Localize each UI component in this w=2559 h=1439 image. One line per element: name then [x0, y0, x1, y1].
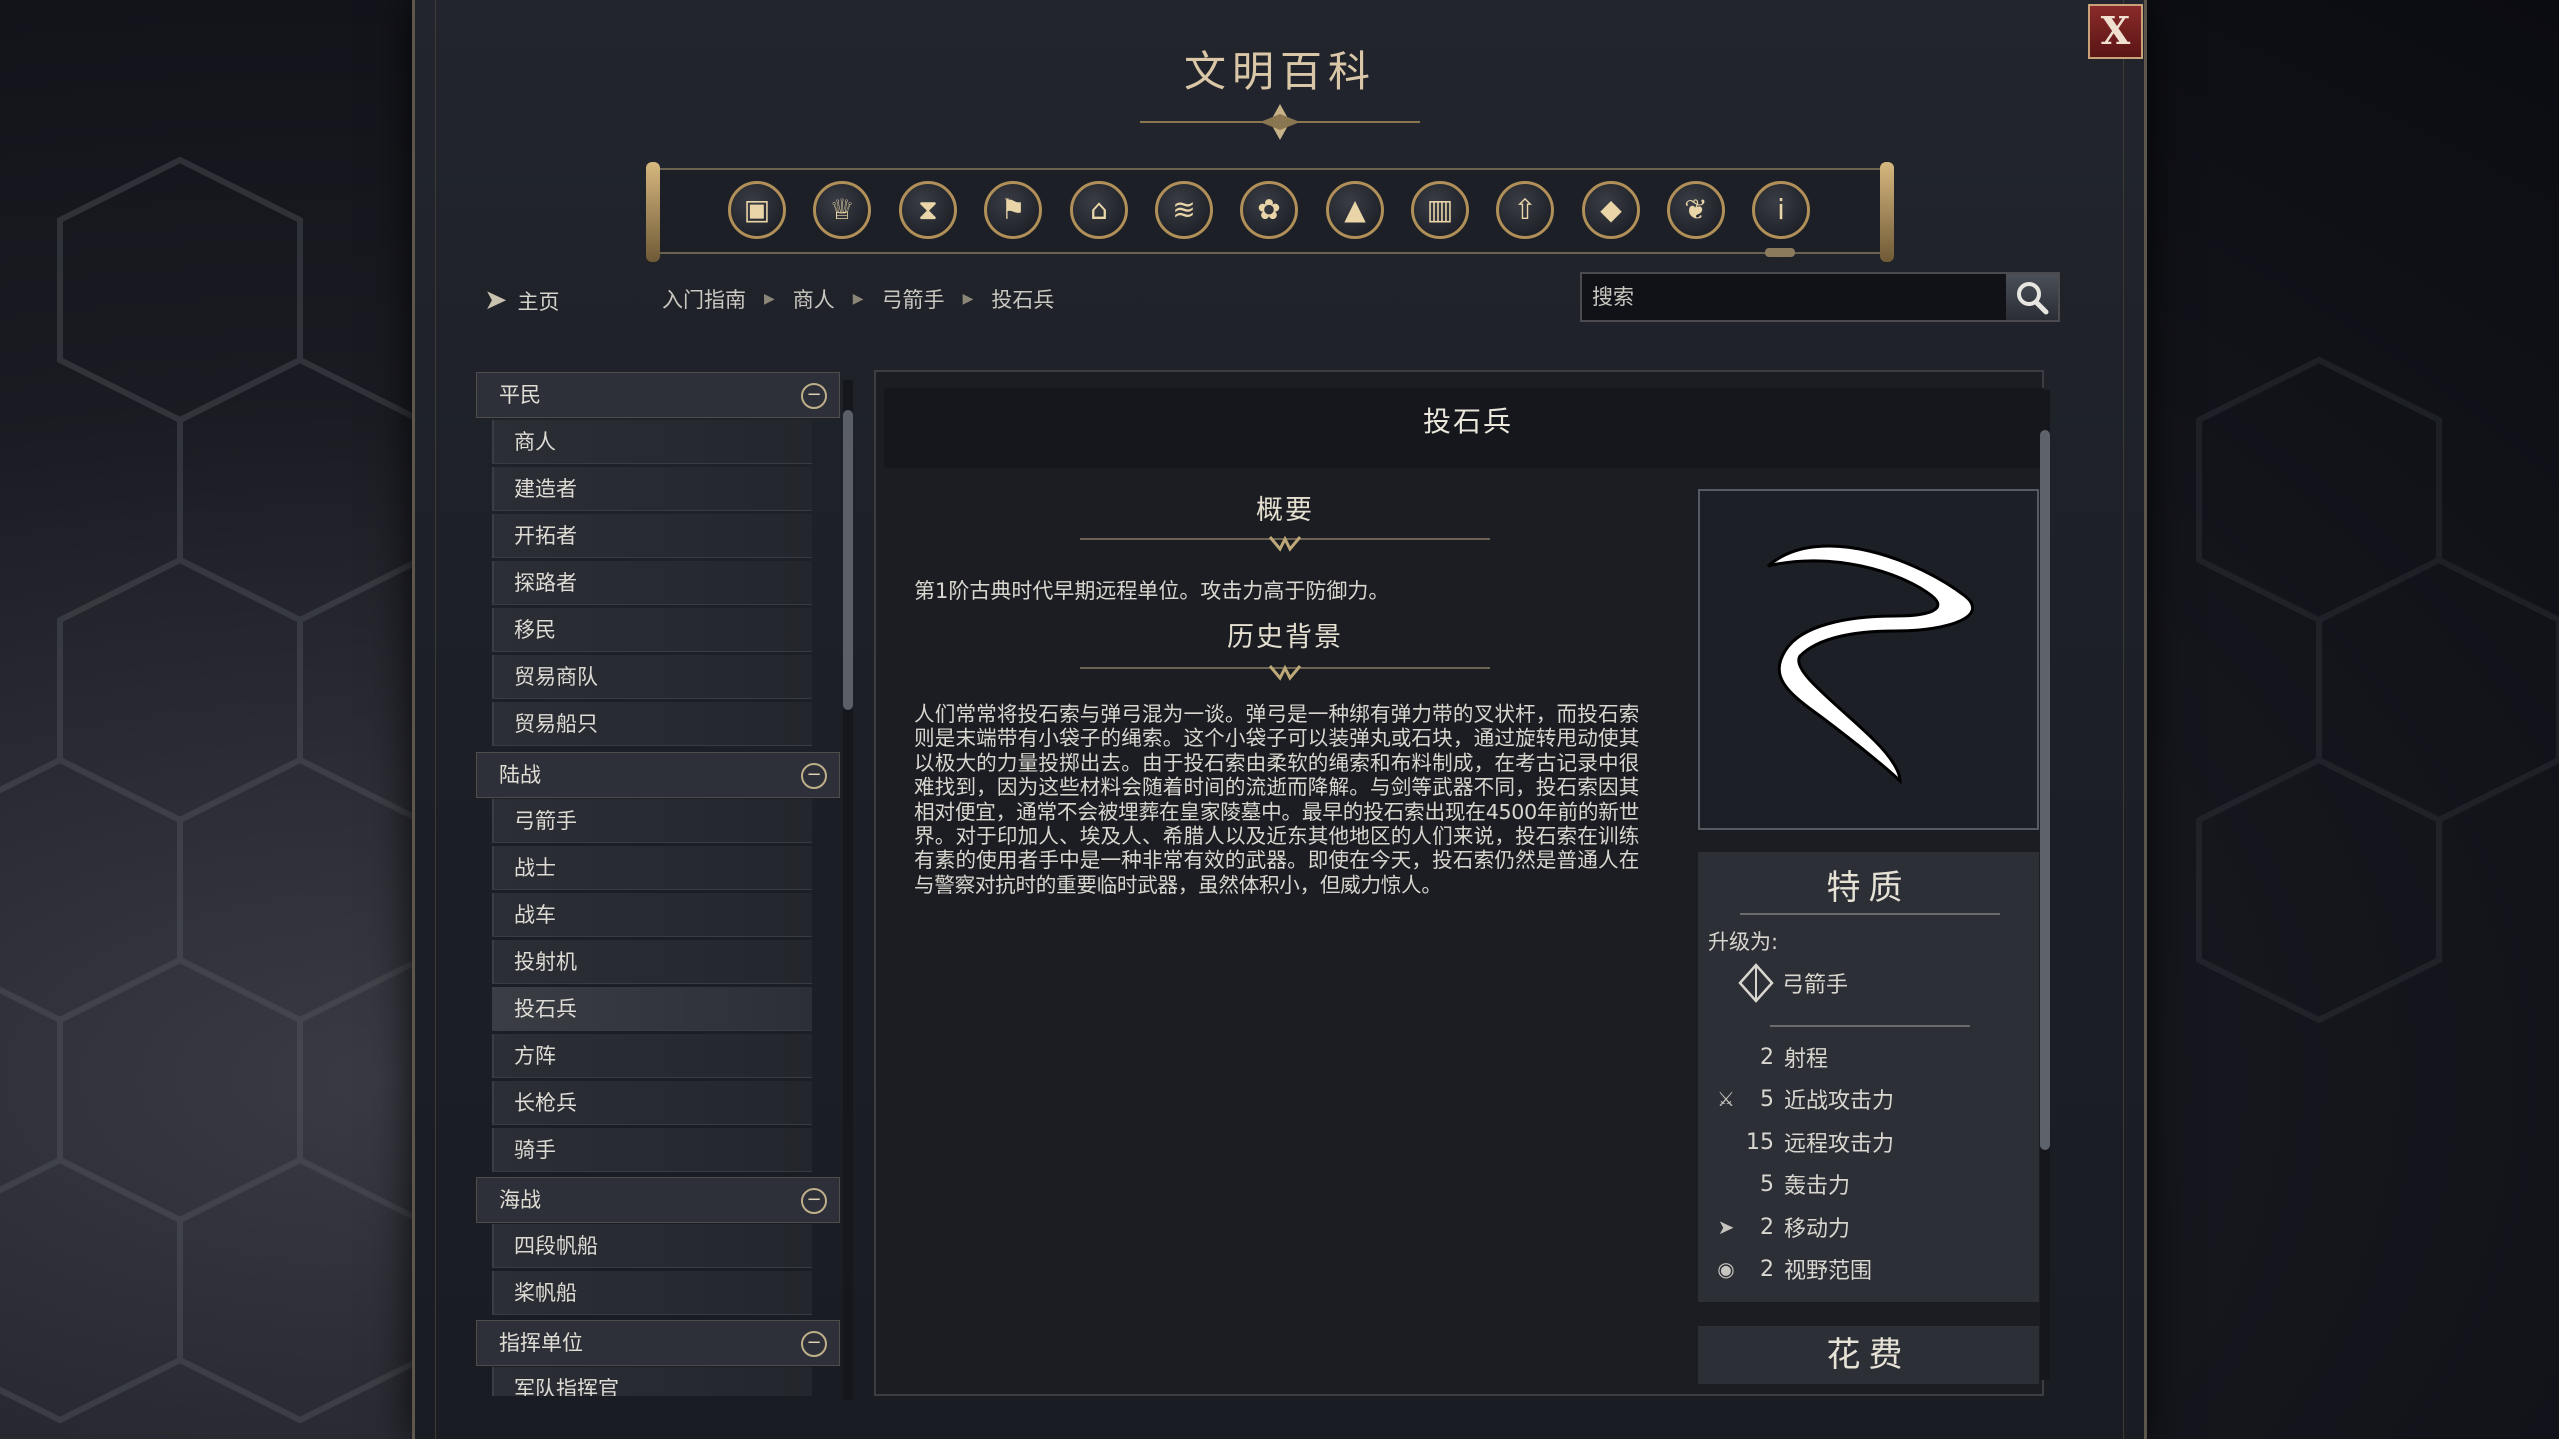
sidebar-item[interactable]: 贸易船只 — [492, 702, 812, 746]
sidebar-item[interactable]: 方阵 — [492, 1034, 812, 1078]
group-label: 陆战 — [499, 763, 541, 787]
history-heading: 历史背景 — [1227, 622, 1343, 653]
unit-portrait — [1698, 489, 2039, 830]
cup-icon[interactable]: ♕ — [813, 181, 871, 239]
traits-heading: 特质 — [1826, 868, 1911, 908]
stat-movement: ➤ 2 移动力 — [1708, 1210, 1850, 1244]
scrollbar-thumb[interactable] — [843, 410, 853, 710]
slinger-icon — [1767, 544, 1974, 785]
bar-cap-left — [646, 162, 660, 262]
screen: { "window": { "title": "文明百科", "close_la… — [0, 0, 2559, 1439]
group-label: 指挥单位 — [499, 1331, 583, 1355]
background-hex-tiles-right — [2196, 356, 2559, 1024]
sidebar-group-land[interactable]: 陆战 − — [476, 752, 840, 798]
stat-melee: ⚔ 5 近战攻击力 — [1708, 1082, 1894, 1116]
search-box — [1580, 272, 2060, 322]
sidebar-item[interactable]: 弓箭手 — [492, 799, 812, 843]
collapse-icon[interactable]: − — [801, 1331, 827, 1357]
title-ornament — [1140, 104, 1420, 140]
close-button[interactable]: X — [2088, 4, 2143, 59]
collapse-icon[interactable]: − — [801, 1188, 827, 1214]
sidebar-item[interactable]: 骑手 — [492, 1128, 812, 1172]
hourglass-icon[interactable]: ⧗ — [899, 181, 957, 239]
sidebar-item-selected[interactable]: 投石兵 — [492, 987, 812, 1031]
sidebar-item[interactable]: 战士 — [492, 846, 812, 890]
sidebar-item[interactable]: 建造者 — [492, 467, 812, 511]
mountain-icon[interactable]: ▲ — [1326, 181, 1384, 239]
history-text: 人们常常将投石索与弹弓混为一谈。弹弓是一种绑有弹力带的叉状杆，而投石索则是末端带… — [914, 702, 1639, 897]
cost-heading: 花费 — [1698, 1326, 2039, 1384]
background-hex-tiles — [0, 156, 420, 1424]
breadcrumb-separator-icon: ▶ — [764, 291, 775, 307]
collapse-icon[interactable]: − — [801, 383, 827, 409]
upgrade-unit-label: 弓箭手 — [1782, 973, 1849, 998]
summary-heading: 概要 — [1256, 495, 1314, 526]
collapse-icon[interactable]: − — [801, 763, 827, 789]
section-divider — [1080, 664, 1490, 681]
unit-crate-icon[interactable]: ▣ — [728, 181, 786, 239]
breadcrumb-item[interactable]: 投石兵 — [991, 284, 1054, 314]
breadcrumb-separator-icon: ▶ — [962, 291, 974, 307]
search-input[interactable] — [1582, 274, 2006, 320]
sidebar-item[interactable]: 长枪兵 — [492, 1081, 812, 1125]
sidebar-item[interactable]: 四段帆船 — [492, 1224, 812, 1268]
info-icon[interactable]: i — [1752, 181, 1810, 239]
search-icon — [2017, 282, 2049, 315]
article-title: 投石兵 — [1422, 405, 1513, 438]
city-icon[interactable]: ▥ — [1411, 181, 1469, 239]
dove-icon[interactable]: ❦ — [1667, 181, 1725, 239]
breadcrumb-item[interactable]: 商人 — [793, 284, 835, 314]
eye-icon: ◉ — [1717, 1257, 1735, 1281]
article-scrollbar[interactable] — [2040, 390, 2050, 1380]
flower-icon[interactable]: ✿ — [1240, 181, 1298, 239]
back-arrow-icon: ➤ — [484, 283, 508, 316]
home-label: 主页 — [517, 290, 560, 314]
sword-icon: ⚔ — [1717, 1087, 1735, 1111]
sidebar-item[interactable]: 投射机 — [492, 940, 812, 984]
sidebar-group-naval[interactable]: 海战 − — [476, 1177, 840, 1223]
stat-range: 2 射程 — [1760, 1044, 1829, 1073]
sidebar-group-civilian[interactable]: 平民 − — [476, 372, 840, 418]
government-building-icon[interactable]: ⌂ — [1070, 181, 1128, 239]
page-title: 文明百科 — [1183, 47, 1376, 96]
movement-arrow-icon: ➤ — [1717, 1215, 1735, 1239]
sidebar-item[interactable]: 军队指挥官 — [492, 1367, 812, 1396]
sidebar-item[interactable]: 开拓者 — [492, 514, 812, 558]
upgrade-unit-link[interactable]: 弓箭手 — [1738, 963, 1848, 1003]
scrollbar-thumb[interactable] — [2040, 430, 2050, 1150]
sidebar-scrollbar[interactable] — [843, 380, 853, 1400]
breadcrumb-item[interactable]: 弓箭手 — [882, 284, 945, 314]
home-link[interactable]: ➤ 主页 — [484, 280, 559, 320]
breadcrumb-item[interactable]: 入门指南 — [662, 284, 746, 314]
group-label: 海战 — [499, 1188, 541, 1212]
sidebar-item[interactable]: 商人 — [492, 420, 812, 464]
upgrade-arrow-icon[interactable]: ⇧ — [1496, 181, 1554, 239]
open-book-icon[interactable]: ≋ — [1155, 181, 1213, 239]
sidebar-item[interactable]: 探路者 — [492, 561, 812, 605]
search-button[interactable] — [2006, 274, 2058, 320]
sidebar-item[interactable]: 桨帆船 — [492, 1271, 812, 1315]
sidebar-item[interactable]: 移民 — [492, 608, 812, 652]
stat-bombard: 5 轰击力 — [1760, 1171, 1851, 1200]
sidebar-item[interactable]: 战车 — [492, 893, 812, 937]
stats-divider — [1770, 1025, 1970, 1027]
section-divider — [1080, 535, 1490, 552]
resource-icon[interactable]: ◆ — [1582, 181, 1640, 239]
selected-category-indicator — [1765, 248, 1795, 257]
breadcrumb: 入门指南 ▶ 商人 ▶ 弓箭手 ▶ 投石兵 — [662, 284, 1054, 314]
sidebar-item[interactable]: 贸易商队 — [492, 655, 812, 699]
breadcrumb-separator-icon: ▶ — [852, 291, 864, 307]
summary-text: 第1阶古典时代早期远程单位。攻击力高于防御力。 — [914, 579, 1390, 603]
flag-icon[interactable]: ⚑ — [984, 181, 1042, 239]
sidebar: 平民 − 商人 建造者 开拓者 探路者 移民 贸易商队 贸易船只 陆战 − 弓箭… — [476, 372, 842, 1396]
stat-sight: ◉ 2 视野范围 — [1708, 1252, 1872, 1286]
stat-ranged: 15 远程攻击力 — [1746, 1129, 1895, 1158]
bar-cap-right — [1880, 162, 1894, 262]
upgrade-label: 升级为: — [1708, 930, 1779, 954]
group-label: 平民 — [499, 383, 541, 407]
sidebar-group-commanders[interactable]: 指挥单位 − — [476, 1320, 840, 1366]
traits-divider — [1740, 913, 2000, 915]
archer-unit-icon — [1738, 963, 1774, 1003]
